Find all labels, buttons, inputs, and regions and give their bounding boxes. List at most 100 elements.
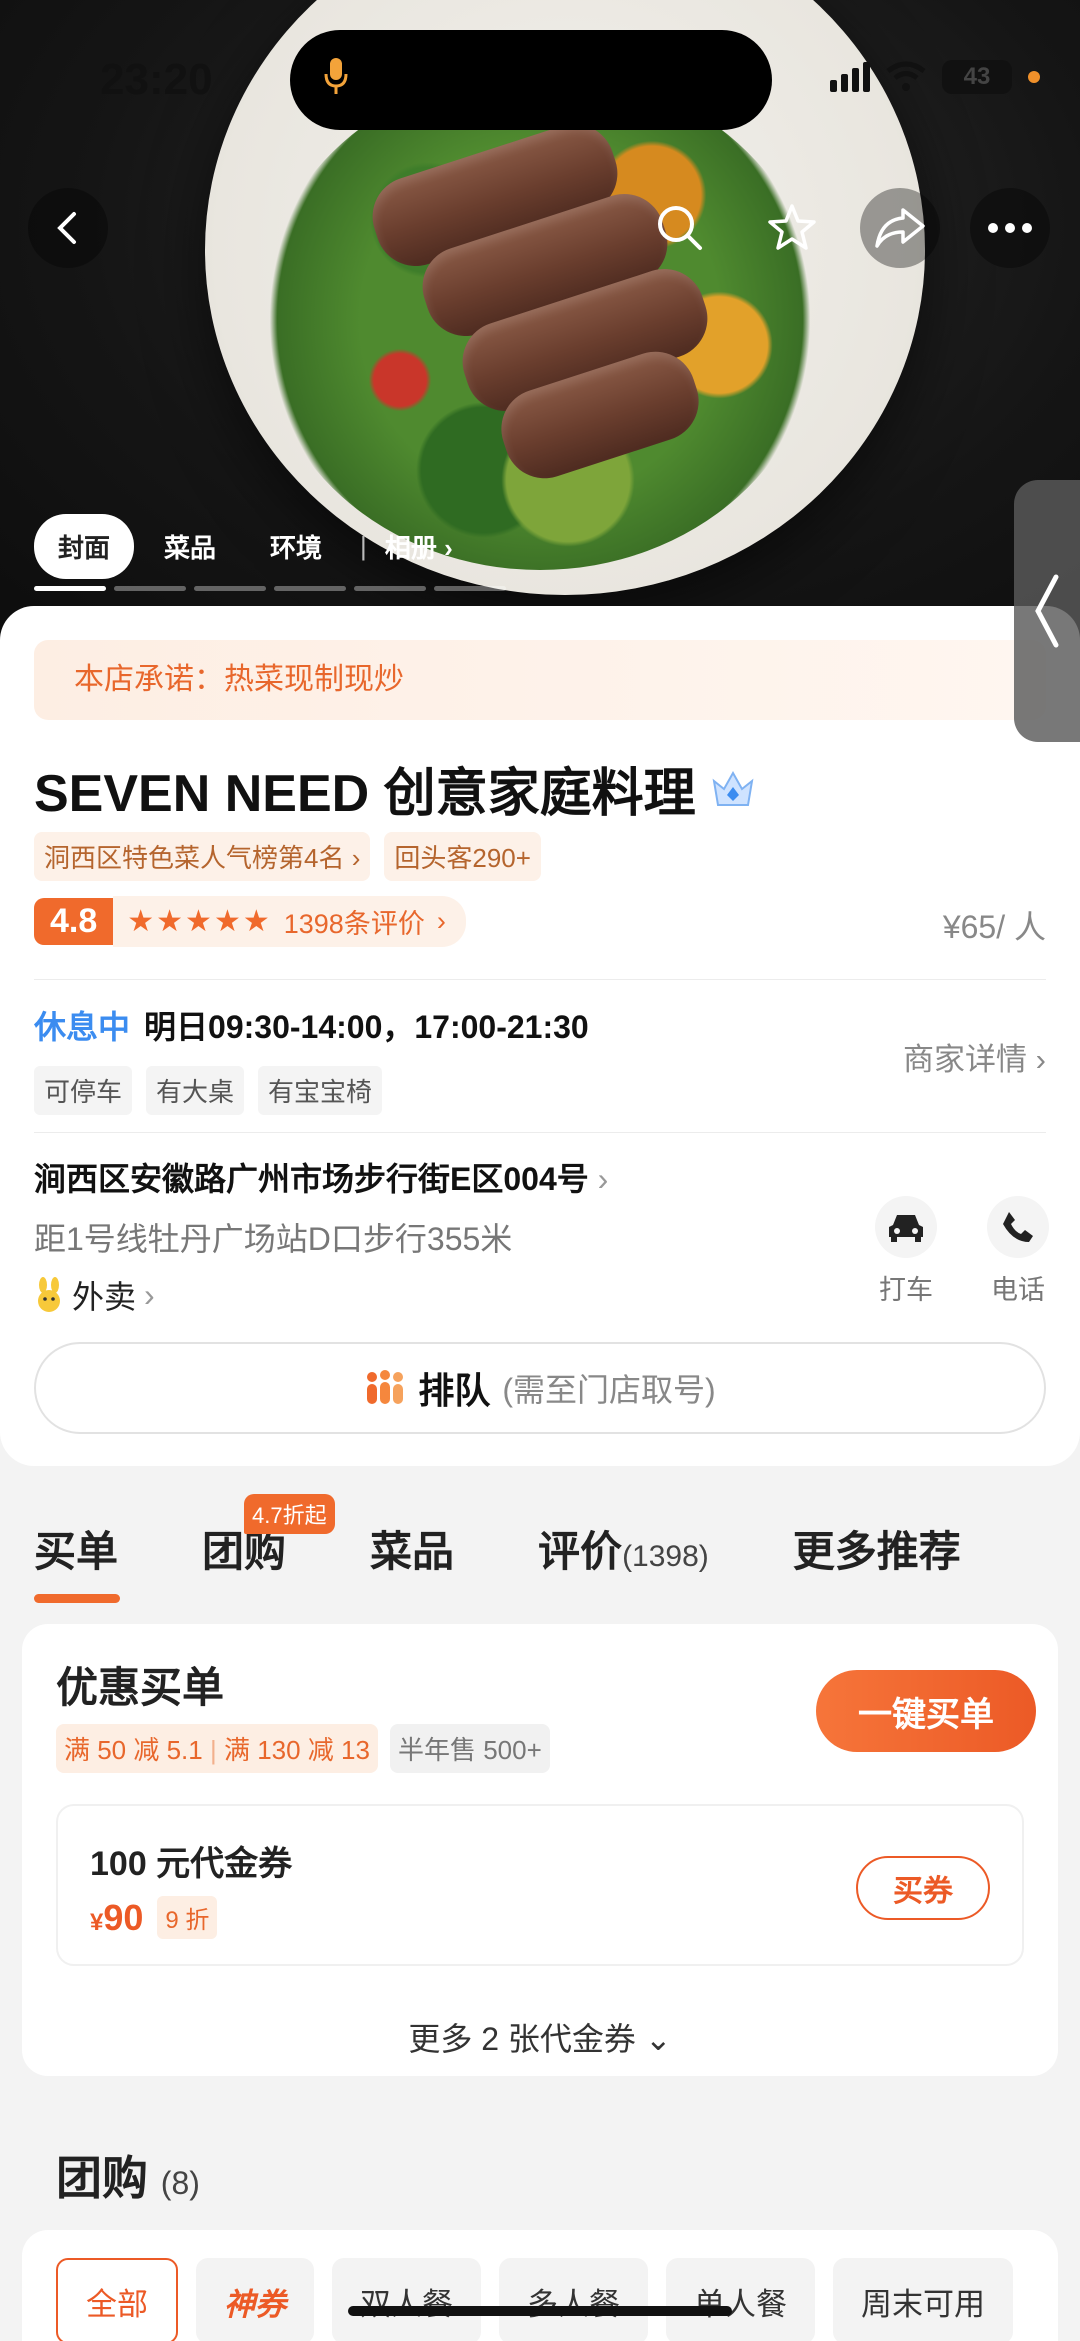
- hero-photo[interactable]: 23:20 43 封面 菜品 环境 | 相册 ›: [0, 0, 1080, 640]
- section-tabs: 买单 团购 菜品 评价(1398) 更多推荐: [34, 1518, 1064, 1603]
- ranking-badge[interactable]: 洞西区特色菜人气榜第4名 ›: [34, 832, 371, 881]
- signal-icon: [830, 62, 870, 92]
- status-icons: 43: [830, 60, 1040, 94]
- delivery-link[interactable]: 外卖 ›: [34, 1272, 155, 1318]
- facility-tag: 有宝宝椅: [258, 1066, 383, 1115]
- delivery-rabbit-icon: [38, 1277, 60, 1312]
- side-drawer-handle[interactable]: [1014, 480, 1080, 742]
- chevron-right-icon: ›: [351, 843, 361, 873]
- currency-symbol: ¥: [90, 1908, 104, 1936]
- one-click-pay-button[interactable]: 一键买单: [816, 1670, 1036, 1752]
- tab-label: 菜品: [370, 1528, 455, 1575]
- discount-pay-title: 优惠买单: [56, 1664, 225, 1711]
- chevron-right-icon: ›: [1035, 1042, 1046, 1077]
- filter-all[interactable]: 全部: [56, 2258, 178, 2341]
- offer-tags: 满 50 减 5.1 | 满 130 减 13 半年售 500+: [56, 1724, 550, 1773]
- gallery-tab-dishes[interactable]: 菜品: [140, 514, 240, 579]
- gallery-tab-album[interactable]: 相册 ›: [381, 514, 477, 579]
- queue-button[interactable]: 排队 (需至门店取号): [34, 1342, 1046, 1434]
- divider: [34, 979, 1046, 980]
- more-button[interactable]: [970, 188, 1050, 268]
- taxi-icon-circle: [875, 1196, 937, 1258]
- rating-summary: ★★★★★ 1398条评价 ›: [113, 896, 466, 947]
- gallery-tab-environment[interactable]: 环境: [246, 514, 346, 579]
- address-text: 涧西区安徽路广州市场步行街E区004号: [34, 1161, 589, 1197]
- offer-text: 满 50 减 5.1: [64, 1735, 203, 1765]
- star-icon: [768, 204, 816, 250]
- chevron-right-icon: ›: [444, 533, 453, 563]
- gallery-tabs: 封面 菜品 环境 | 相册 ›: [34, 514, 477, 579]
- group-count: (8): [160, 2165, 200, 2201]
- taxi-label: 打车: [879, 1275, 933, 1305]
- sales-count-tag: 半年售 500+: [389, 1724, 550, 1773]
- gallery-dot: [274, 586, 346, 591]
- price-per-person: ¥65/ 人: [942, 909, 1046, 945]
- album-label: 相册: [384, 533, 437, 563]
- star-rating-icon: ★★★★★: [127, 905, 272, 938]
- filter-super-coupon[interactable]: 神券: [196, 2258, 314, 2341]
- buy-voucher-button[interactable]: 买券: [856, 1856, 990, 1920]
- filter-single-person[interactable]: 单人餐: [666, 2258, 815, 2341]
- filter-two-person[interactable]: 双人餐: [332, 2258, 481, 2341]
- filter-multi-person[interactable]: 多人餐: [499, 2258, 648, 2341]
- queue-people-icon: [367, 1370, 404, 1404]
- dynamic-island: [290, 30, 772, 130]
- favorite-button[interactable]: [752, 188, 832, 268]
- tab-reviews[interactable]: 评价(1398): [538, 1518, 709, 1579]
- business-hours: 休息中 明日09:30-14:00，17:00-21:30: [34, 1002, 589, 1048]
- phone-icon: [1003, 1212, 1033, 1242]
- hours-text: 明日09:30-14:00，17:00-21:30: [144, 1009, 589, 1045]
- details-label: 商家详情: [903, 1042, 1028, 1077]
- offer-divider: |: [209, 1735, 217, 1765]
- store-address[interactable]: 涧西区安徽路广州市场步行街E区004号 ›: [34, 1154, 608, 1200]
- share-icon: [875, 208, 925, 248]
- share-button[interactable]: [860, 188, 940, 268]
- microphone-icon: [324, 58, 348, 94]
- chevron-right-icon: ›: [436, 906, 446, 936]
- call-label: 电话: [991, 1275, 1045, 1305]
- gallery-dot: [114, 586, 186, 591]
- queue-note: (需至门店取号): [502, 1372, 716, 1408]
- taxi-button[interactable]: 打车: [866, 1196, 946, 1307]
- search-button[interactable]: [640, 188, 720, 268]
- voucher-item[interactable]: 100 元代金券 ¥90 9 折 买券: [56, 1804, 1024, 1966]
- home-indicator[interactable]: [348, 2306, 732, 2316]
- voucher-title: 100 元代金券: [90, 1845, 293, 1883]
- more-dots-icon: [988, 223, 1032, 233]
- store-name-text: SEVEN NEED 创意家庭料理: [34, 765, 696, 823]
- group-filter-bar: 全部 神券 双人餐 多人餐 单人餐 周末可用: [22, 2230, 1058, 2341]
- voucher-price: ¥90: [90, 1897, 143, 1939]
- car-icon: [889, 1215, 923, 1242]
- tab-pay[interactable]: 买单: [34, 1518, 121, 1603]
- divider: [34, 1132, 1046, 1133]
- price-value: 90: [103, 1896, 144, 1938]
- voucher-price-row: ¥90 9 折: [90, 1896, 218, 1939]
- recording-dot-icon: [1028, 71, 1040, 83]
- gallery-dot: [354, 586, 426, 591]
- more-vouchers-link[interactable]: 更多 2 张代金券 ⌄: [22, 2014, 1058, 2060]
- delivery-label: 外卖: [72, 1279, 137, 1315]
- group-buy-title: 团购 (8): [56, 2142, 200, 2208]
- tab-more-recommendations[interactable]: 更多推荐: [793, 1518, 961, 1579]
- facility-tag: 有大桌: [146, 1066, 245, 1115]
- transit-distance: 距1号线牡丹广场站D口步行355米: [34, 1221, 513, 1257]
- store-info-card: 本店承诺：热菜现制现炒 SEVEN NEED 创意家庭料理 洞西区特色菜人气榜第…: [0, 606, 1080, 1466]
- voucher-discount: 9 折: [157, 1896, 218, 1939]
- chevron-right-icon: ›: [597, 1161, 609, 1197]
- back-button[interactable]: [28, 188, 108, 268]
- status-time: 23:20: [100, 55, 213, 104]
- discount-badge: 4.7折起: [244, 1494, 335, 1534]
- rating-row[interactable]: 4.8 ★★★★★ 1398条评价 ›: [34, 896, 466, 947]
- gallery-tab-cover[interactable]: 封面: [34, 514, 135, 579]
- gallery-dot: [194, 586, 266, 591]
- call-button[interactable]: 电话: [978, 1196, 1058, 1307]
- filter-weekend[interactable]: 周末可用: [833, 2258, 1013, 2341]
- repeat-customer-badge: 回头客290+: [384, 832, 541, 881]
- tab-dishes[interactable]: 菜品: [370, 1518, 454, 1579]
- open-status: 休息中: [34, 1009, 131, 1045]
- tab-label: 团购: [202, 1528, 287, 1575]
- crown-icon: [712, 770, 754, 806]
- tab-label: 买单: [34, 1528, 119, 1575]
- chevron-right-icon: ›: [144, 1276, 155, 1313]
- store-details-link[interactable]: 商家详情 ›: [903, 1034, 1046, 1079]
